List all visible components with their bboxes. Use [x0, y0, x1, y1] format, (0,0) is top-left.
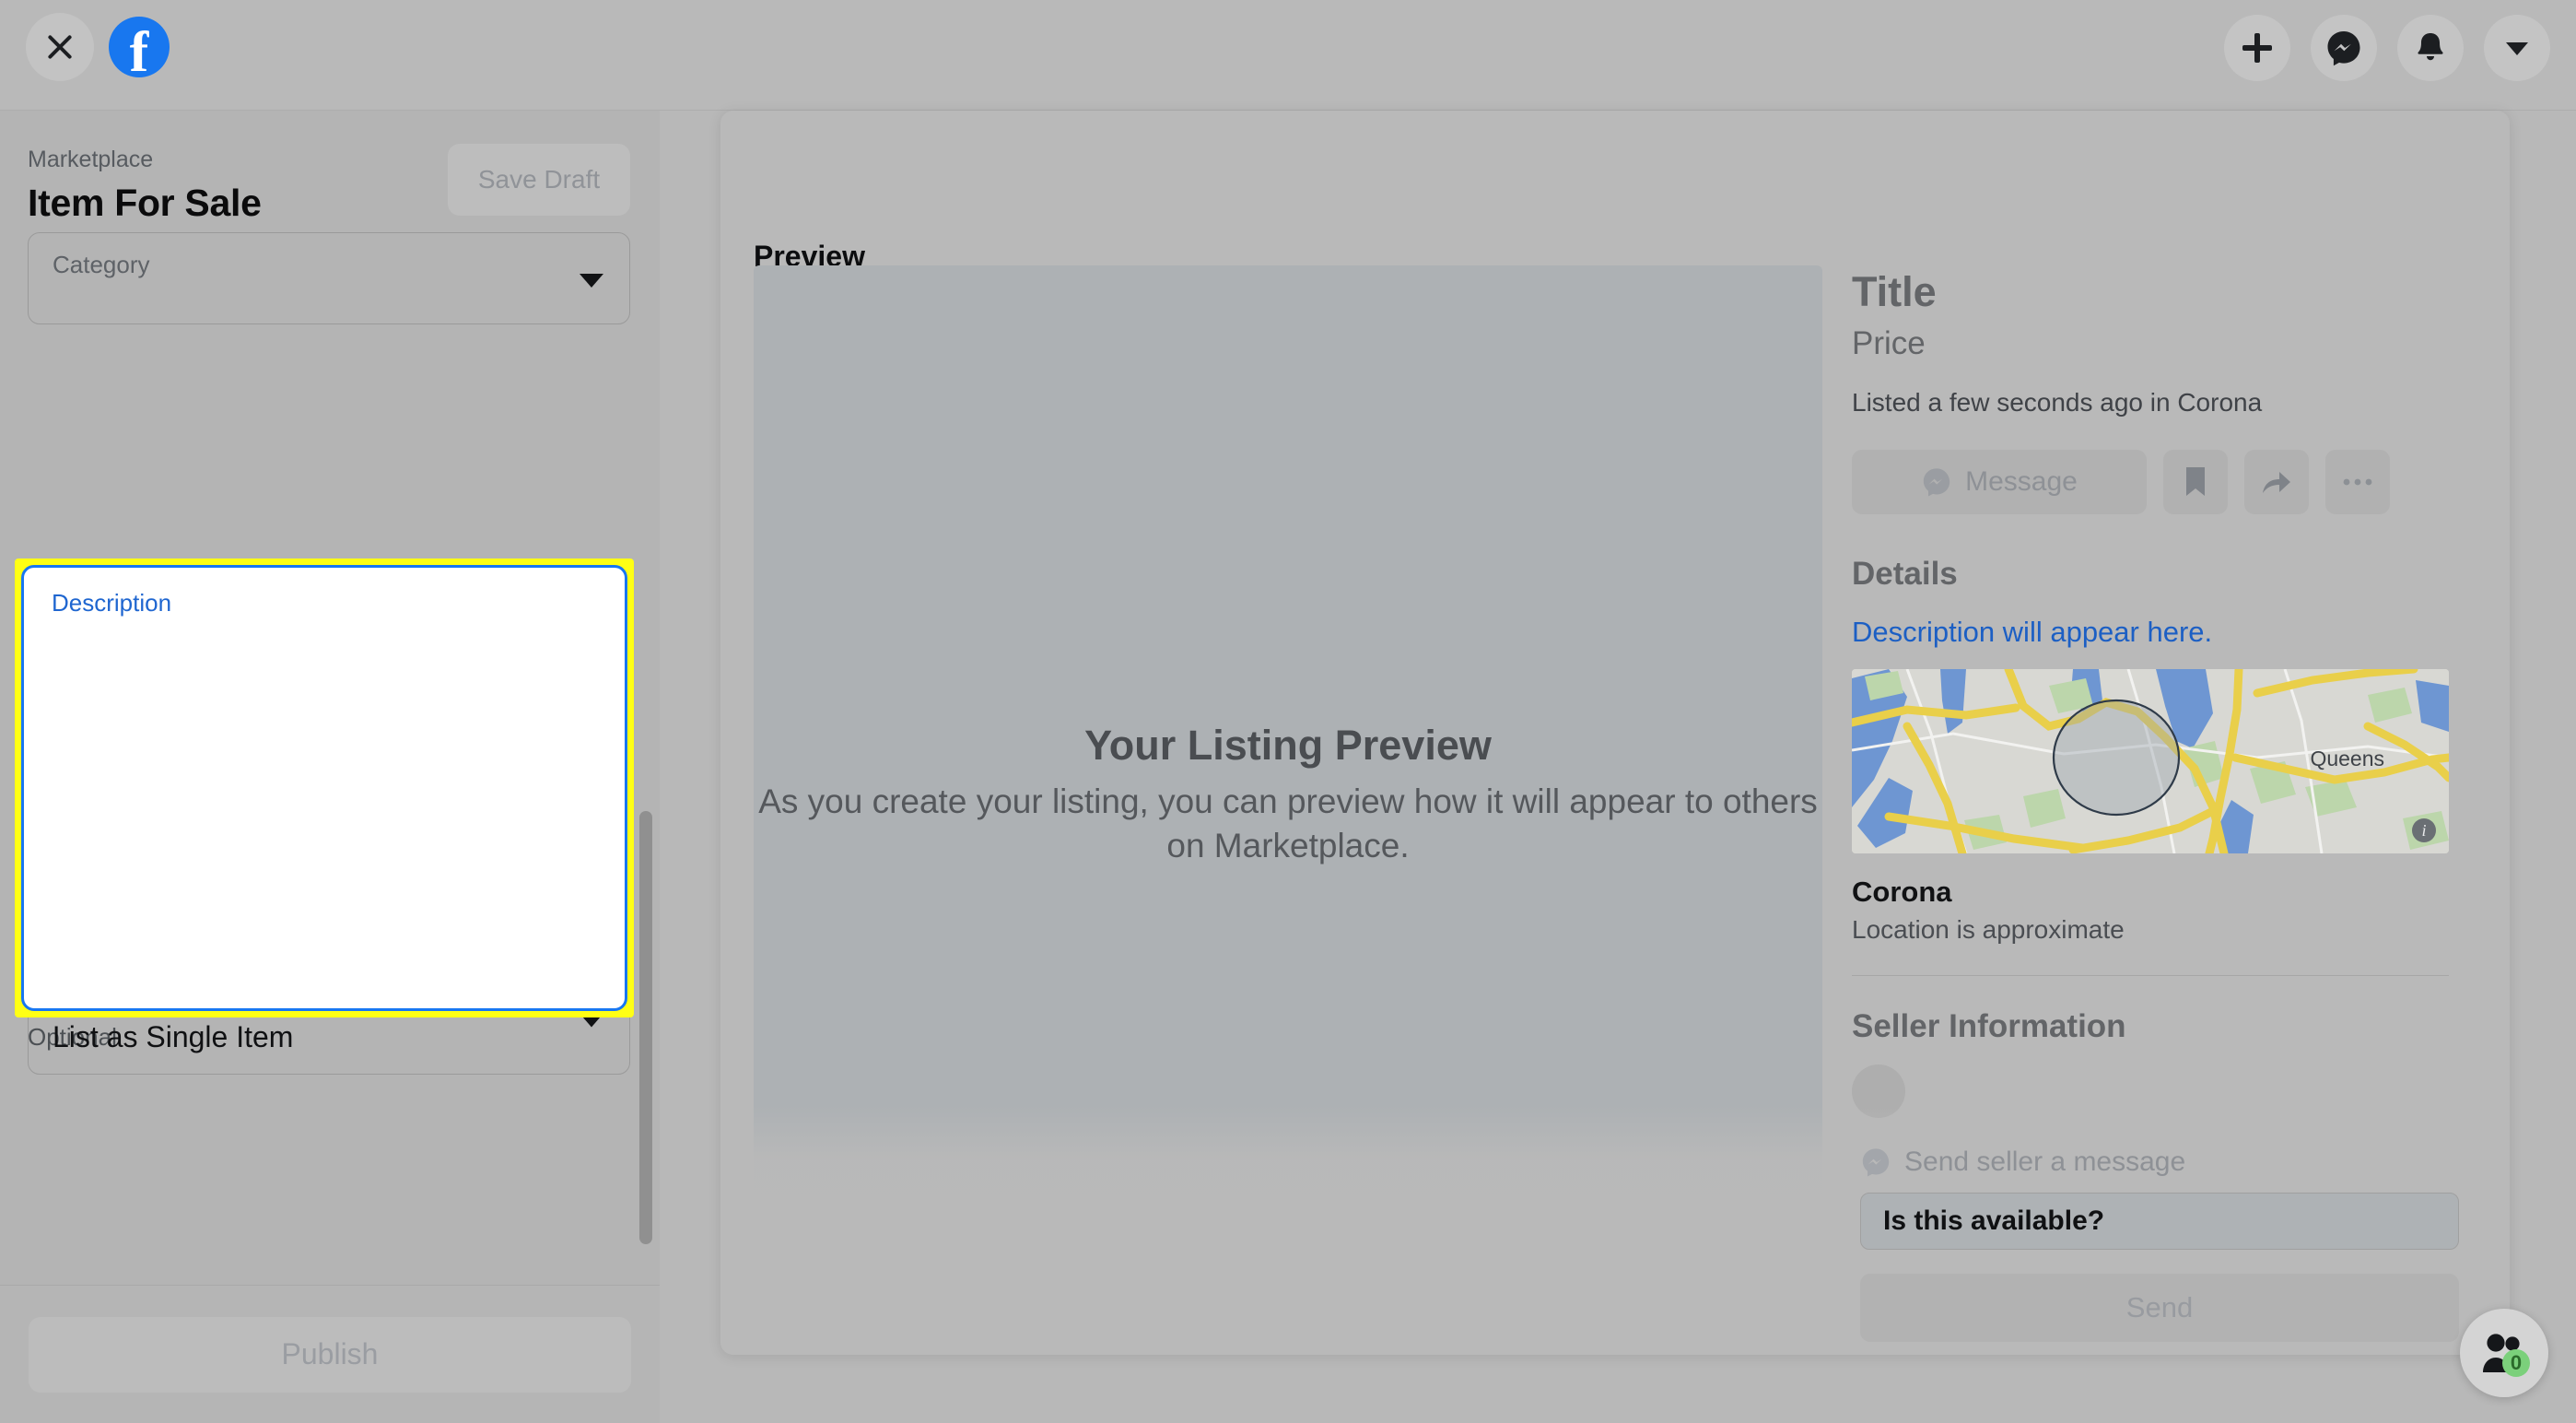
listing-form-panel: Marketplace Item For Sale Save Draft Cat…: [0, 111, 660, 1423]
save-draft-button[interactable]: Save Draft: [448, 144, 630, 216]
publish-bar: Publish: [0, 1285, 660, 1423]
seller-avatar: [1852, 1064, 1905, 1118]
form-fields-scroll-area: Category Description Optional Location C…: [0, 232, 660, 1320]
listing-location-note: Location is approximate: [1852, 915, 2125, 944]
description-placeholder-text[interactable]: Description will appear here.: [1852, 614, 2441, 651]
share-arrow-icon: [2263, 472, 2290, 493]
facebook-marketplace-create-listing-page: f Marketplace Item For Sale Save Draft C…: [0, 0, 2576, 1423]
send-message-button[interactable]: Send: [1860, 1274, 2459, 1342]
save-listing-button[interactable]: [2163, 450, 2228, 514]
preview-placeholder-subtitle: As you create your listing, you can prev…: [758, 782, 1818, 864]
topbar-left-group: f: [26, 13, 170, 81]
close-icon: [44, 31, 76, 63]
preview-photo-placeholder: Your Listing Preview As you create your …: [754, 265, 1822, 1322]
create-button[interactable]: [2224, 15, 2290, 81]
form-header: Marketplace Item For Sale Save Draft: [0, 111, 660, 227]
form-scrollbar-thumb[interactable]: [639, 811, 652, 1244]
messenger-icon: [2327, 31, 2360, 66]
location-map[interactable]: Queens i: [1852, 669, 2449, 853]
plus-icon: [2242, 33, 2272, 63]
chevron-down-icon: [580, 274, 603, 288]
listing-timestamp: Listed a few seconds ago in Corona: [1852, 388, 2263, 417]
publish-button[interactable]: Publish: [29, 1316, 631, 1393]
message-seller-button[interactable]: Message: [1852, 450, 2147, 514]
composer-heading-label: Send seller a message: [1904, 1147, 2186, 1177]
listing-preview-card: Preview Your Listing Preview As you crea…: [720, 111, 2510, 1355]
messenger-button[interactable]: [2311, 15, 2377, 81]
category-select[interactable]: Category: [28, 232, 630, 324]
map-place-label: Queens: [2310, 747, 2384, 770]
composer-heading: Send seller a message: [1860, 1147, 2459, 1178]
category-label: Category: [53, 251, 150, 278]
seller-information-heading: Seller Information: [1852, 1008, 2126, 1044]
message-composer: Send seller a message Is this available?…: [1860, 1147, 2459, 1342]
preview-placeholder-title: Your Listing Preview: [1084, 722, 1492, 769]
details-heading: Details: [1852, 556, 1958, 592]
facebook-logo-letter: f: [129, 21, 149, 77]
listing-title: Title: [1852, 268, 1937, 315]
contacts-count-badge: 0: [2502, 1349, 2530, 1377]
close-button[interactable]: [26, 13, 94, 81]
notifications-button[interactable]: [2397, 15, 2464, 81]
listing-location-name: Corona: [1852, 876, 1952, 908]
facebook-logo-icon[interactable]: f: [109, 17, 170, 77]
availability-value: List as Single Item: [53, 1020, 294, 1053]
message-button-label: Message: [1965, 466, 2078, 497]
message-input[interactable]: Is this available?: [1860, 1193, 2459, 1250]
ellipsis-icon: [2343, 478, 2372, 486]
description-highlight-ring: Description: [15, 559, 634, 1017]
top-navigation-bar: f: [0, 0, 2576, 111]
account-menu-button[interactable]: [2484, 15, 2550, 81]
share-listing-button[interactable]: [2244, 450, 2309, 514]
messenger-icon: [1862, 1148, 1890, 1177]
contacts-widget-button[interactable]: 0: [2460, 1309, 2548, 1397]
bookmark-icon: [2186, 467, 2205, 496]
messenger-icon: [1923, 468, 1950, 497]
more-options-button[interactable]: [2325, 450, 2390, 514]
description-textarea[interactable]: Description: [21, 565, 627, 1011]
listing-actions: Message: [1852, 450, 2441, 514]
bell-icon: [2418, 33, 2443, 61]
listing-price: Price: [1852, 325, 1926, 361]
section-divider: [1852, 975, 2449, 976]
map-info-icon[interactable]: i: [2412, 818, 2436, 842]
topbar-right-group: [2224, 15, 2550, 81]
description-label: Description: [52, 589, 172, 617]
chevron-down-icon: [2506, 42, 2528, 55]
